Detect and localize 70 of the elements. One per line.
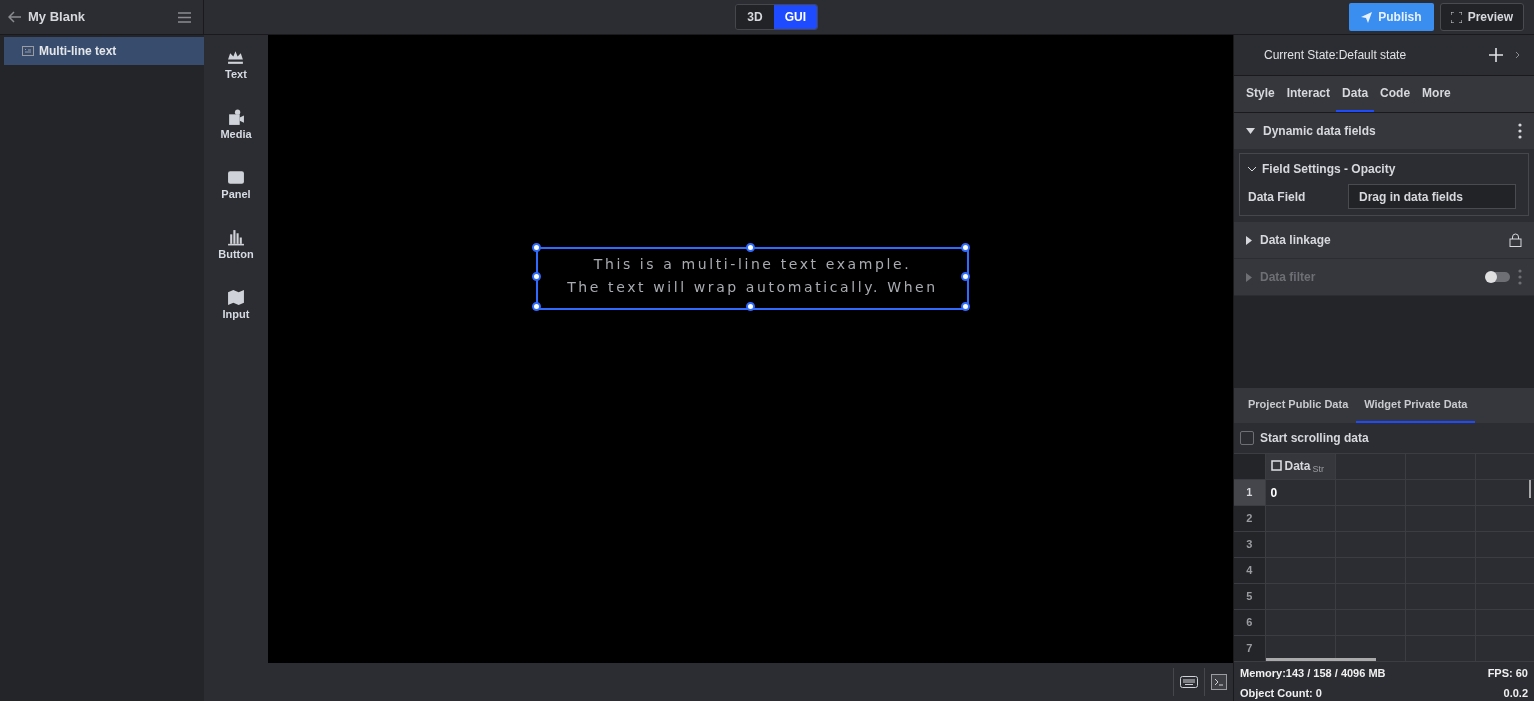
inspector-tab[interactable]: Code (1374, 76, 1417, 112)
checkbox-icon[interactable] (1270, 460, 1282, 472)
object-count: Object Count: 0 (1240, 685, 1322, 701)
canvas-text-line: This is a multi-line text example. (593, 255, 912, 274)
fps-readout: FPS: 60 (1487, 666, 1528, 681)
widget-tool[interactable]: Media (204, 109, 268, 155)
lock-icon[interactable] (1509, 233, 1522, 247)
row-number[interactable]: 7 (1234, 635, 1265, 662)
preview-button[interactable]: Preview (1439, 3, 1524, 31)
current-state-label: Current State:Default state (1264, 47, 1408, 64)
panel-widget-icon (227, 169, 245, 186)
mode-toggle-button[interactable]: GUI (773, 5, 817, 29)
table-cell: 0 (1270, 485, 1278, 500)
caret-down-icon[interactable] (1246, 128, 1255, 134)
row-number[interactable]: 2 (1234, 505, 1265, 532)
media-widget-icon (227, 109, 245, 126)
input-widget-icon (227, 289, 245, 306)
text-layer-icon (22, 46, 34, 56)
data-tab[interactable]: Widget Private Data (1356, 388, 1476, 423)
inspector-tab[interactable]: More (1416, 76, 1457, 112)
data-field-label: Data Field (1248, 188, 1306, 206)
row-number[interactable]: 5 (1234, 583, 1265, 610)
column-type-label: Str (1312, 463, 1325, 474)
field-settings-header[interactable]: Field Settings - Opacity (1248, 160, 1516, 178)
checkbox-label: Start scrolling data (1260, 430, 1369, 447)
horizontal-scrollbar[interactable] (1266, 658, 1376, 661)
row-number[interactable]: 1 (1234, 479, 1265, 506)
row-number[interactable]: 6 (1234, 609, 1265, 636)
widget-tool[interactable]: Button (204, 229, 268, 275)
resize-handle[interactable] (960, 301, 970, 311)
vertical-scrollbar[interactable] (1529, 480, 1531, 498)
checkbox[interactable] (1240, 431, 1254, 445)
column-header[interactable]: Data (1270, 456, 1311, 475)
terminal-icon[interactable] (1211, 674, 1227, 690)
section-header[interactable]: Dynamic data fields (1234, 113, 1534, 149)
resize-handle[interactable] (746, 242, 755, 252)
chevron-down-icon (1248, 166, 1256, 172)
section-header[interactable]: Data linkage (1234, 222, 1534, 258)
widget-tool[interactable]: Panel (204, 169, 268, 215)
chevron-right-icon[interactable] (1515, 51, 1520, 59)
inspector-tab[interactable]: Style (1240, 76, 1281, 112)
layer-item[interactable]: Multi-line text (4, 37, 204, 65)
add-icon[interactable] (1489, 48, 1503, 62)
row-number[interactable]: 4 (1234, 557, 1265, 584)
version-label: 0.0.2 (1503, 685, 1528, 701)
resize-handle[interactable] (531, 301, 541, 311)
fullscreen-icon (1450, 11, 1462, 23)
paper-plane-icon (1361, 11, 1373, 23)
back-arrow-icon[interactable] (8, 11, 22, 23)
resize-handle[interactable] (960, 242, 970, 252)
memory-readout: Memory:143 / 158 / 4096 MB (1240, 666, 1386, 681)
data-field-input[interactable]: Drag in data fields (1348, 184, 1516, 209)
canvas-text-line: The text will wrap automatically. When (567, 278, 938, 297)
mode-toggle-button[interactable]: 3D (736, 5, 774, 29)
inspector-tab[interactable]: Interact (1280, 76, 1337, 112)
widget-tool[interactable]: Input (204, 289, 268, 335)
more-options-icon[interactable] (1518, 123, 1522, 139)
resize-handle[interactable] (960, 272, 970, 281)
widget-tool[interactable]: Text (204, 49, 268, 95)
resize-handle[interactable] (746, 301, 755, 311)
keyboard-icon[interactable] (1180, 676, 1198, 688)
resize-handle[interactable] (531, 272, 541, 281)
text-widget-icon (227, 49, 245, 66)
caret-right-icon[interactable] (1246, 235, 1252, 245)
button-widget-icon (227, 229, 245, 246)
resize-handle[interactable] (531, 242, 541, 252)
row-number[interactable]: 3 (1234, 531, 1265, 558)
project-title: My Blank (28, 8, 87, 27)
menu-icon[interactable] (178, 11, 191, 23)
data-tab[interactable]: Project Public Data (1240, 388, 1357, 423)
